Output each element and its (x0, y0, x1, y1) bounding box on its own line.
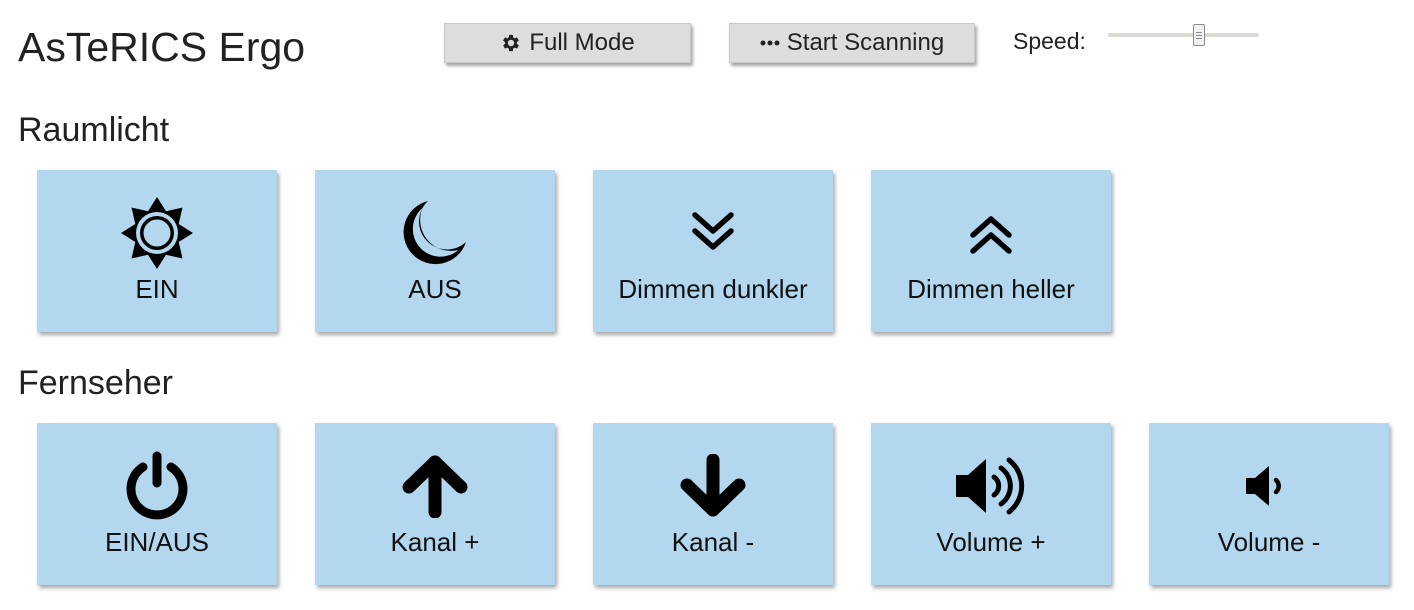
tile-tv-ein-aus[interactable]: EIN/AUS (37, 423, 277, 585)
gear-icon (500, 32, 522, 54)
speed-slider-track[interactable] (1108, 33, 1259, 37)
tile-label: EIN/AUS (104, 527, 210, 557)
double-chevron-up-icon (871, 198, 1111, 268)
tile-licht-ein[interactable]: EIN (37, 170, 277, 332)
tile-volume-plus[interactable]: Volume + (871, 423, 1111, 585)
section-title-fernseher: Fernseher (18, 364, 173, 402)
tile-kanal-plus[interactable]: Kanal + (315, 423, 555, 585)
moon-icon (315, 198, 555, 268)
tile-volume-minus[interactable]: Volume - (1149, 423, 1389, 585)
power-icon (37, 451, 277, 521)
start-scanning-label: Start Scanning (786, 29, 945, 56)
app-title: AsTeRICS Ergo (18, 24, 306, 70)
tile-label: Dimmen heller (907, 274, 1075, 304)
tile-dimmen-heller[interactable]: Dimmen heller (871, 170, 1111, 332)
tile-label: AUS (408, 274, 462, 304)
sun-icon (37, 197, 277, 269)
tile-label: Kanal + (390, 527, 480, 557)
full-mode-button[interactable]: Full Mode (444, 23, 691, 63)
tile-label: Volume + (936, 527, 1046, 557)
volume-down-icon (1149, 451, 1389, 521)
full-mode-label: Full Mode (529, 29, 635, 56)
tile-label: Dimmen dunkler (618, 274, 808, 304)
speed-label: Speed: (1013, 28, 1086, 54)
start-scanning-button[interactable]: Start Scanning (729, 23, 975, 63)
volume-up-icon (871, 451, 1111, 521)
tile-dimmen-dunkler[interactable]: Dimmen dunkler (593, 170, 833, 332)
ellipsis-icon (760, 39, 780, 47)
tile-label: EIN (135, 274, 179, 304)
tile-label: Volume - (1217, 527, 1321, 557)
app-root: AsTeRICS Ergo Full Mode Start Scanning S… (0, 0, 1414, 610)
tile-kanal-minus[interactable]: Kanal - (593, 423, 833, 585)
tile-label: Kanal - (671, 527, 755, 557)
double-chevron-down-icon (593, 198, 833, 268)
speed-slider-thumb[interactable] (1192, 24, 1205, 46)
tile-licht-aus[interactable]: AUS (315, 170, 555, 332)
section-title-raumlicht: Raumlicht (18, 111, 170, 149)
arrow-down-icon (593, 451, 833, 521)
arrow-up-icon (315, 451, 555, 521)
